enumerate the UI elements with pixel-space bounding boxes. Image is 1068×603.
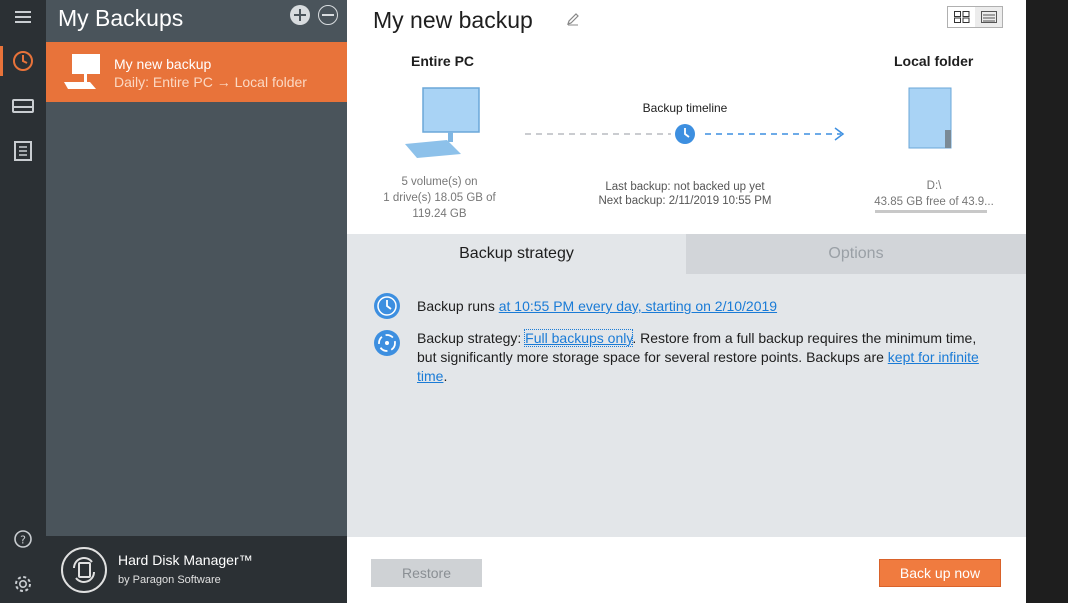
- log-icon[interactable]: [0, 134, 46, 168]
- destination-label: Local folder: [894, 53, 974, 69]
- schedule-row: Backup runs at 10:55 PM every day, start…: [417, 298, 778, 314]
- backups-panel-header: My Backups: [46, 0, 347, 42]
- source-label: Entire PC: [411, 53, 475, 69]
- restore-button[interactable]: Restore: [371, 559, 482, 587]
- product-name: Hard Disk Manager™: [118, 552, 253, 568]
- settings-icon[interactable]: [0, 567, 46, 601]
- backup-subtitle: Daily: Entire PC → Local folder: [114, 74, 307, 90]
- strategy-row: Backup strategy: Full backups only. Rest…: [417, 329, 979, 384]
- action-bar: Restore Back up now: [347, 537, 1026, 603]
- help-icon[interactable]: ?: [0, 522, 46, 556]
- paragon-logo-icon: [61, 547, 107, 593]
- drive-icon[interactable]: [0, 89, 46, 123]
- strategy-content: Backup runs at 10:55 PM every day, start…: [347, 274, 1026, 537]
- page-title: My new backup: [373, 7, 533, 33]
- destination-info: D:\ 43.85 GB free of 43.9...: [874, 180, 994, 208]
- backups-panel: My Backups My new backup Daily: Entire P…: [46, 0, 347, 603]
- entire-pc-icon[interactable]: [401, 86, 485, 162]
- source-info: 5 volume(s) on 1 drive(s) 18.05 GB of 11…: [383, 176, 496, 220]
- schedule-link[interactable]: at 10:55 PM every day, starting on 2/10/…: [499, 298, 777, 314]
- menu-icon[interactable]: [0, 0, 46, 34]
- remove-backup-icon[interactable]: [318, 5, 338, 25]
- panel-title: My Backups: [58, 5, 184, 31]
- backup-clock-icon[interactable]: [0, 44, 46, 78]
- svg-text:?: ?: [20, 534, 26, 547]
- tile-view-icon[interactable]: [948, 7, 975, 27]
- pc-icon: [64, 54, 100, 89]
- free-space-bar: [875, 210, 987, 213]
- product-footer: Hard Disk Manager™ by Paragon Software: [46, 536, 347, 603]
- local-folder-icon[interactable]: [907, 86, 957, 152]
- timeline-label: Backup timeline: [642, 101, 728, 115]
- backup-list-item[interactable]: My new backup Daily: Entire PC → Local f…: [46, 42, 347, 102]
- window-edge: [1026, 0, 1068, 603]
- strategy-cycle-icon: [374, 330, 400, 356]
- timeline-clock-icon[interactable]: [674, 123, 696, 145]
- list-view-icon[interactable]: [975, 7, 1002, 27]
- schedule-clock-icon: [374, 293, 400, 319]
- back-up-now-button[interactable]: Back up now: [879, 559, 1001, 587]
- tab-backup-strategy[interactable]: Backup strategy: [347, 234, 686, 274]
- vendor-name: by Paragon Software: [118, 574, 221, 586]
- view-toggle: [947, 6, 1003, 28]
- icon-rail: ?: [0, 0, 46, 603]
- add-backup-icon[interactable]: [290, 5, 310, 25]
- full-backups-link[interactable]: Full backups only: [524, 329, 634, 347]
- edit-icon[interactable]: [565, 11, 581, 27]
- tab-options[interactable]: Options: [686, 234, 1026, 274]
- tabs: Backup strategy Options: [347, 234, 1026, 274]
- backup-details: My new backup Entire PC 5 volume(s) on 1…: [347, 0, 1026, 603]
- timeline-info: Last backup: not backed up yet Next back…: [598, 181, 772, 207]
- backup-name: My new backup: [114, 56, 212, 72]
